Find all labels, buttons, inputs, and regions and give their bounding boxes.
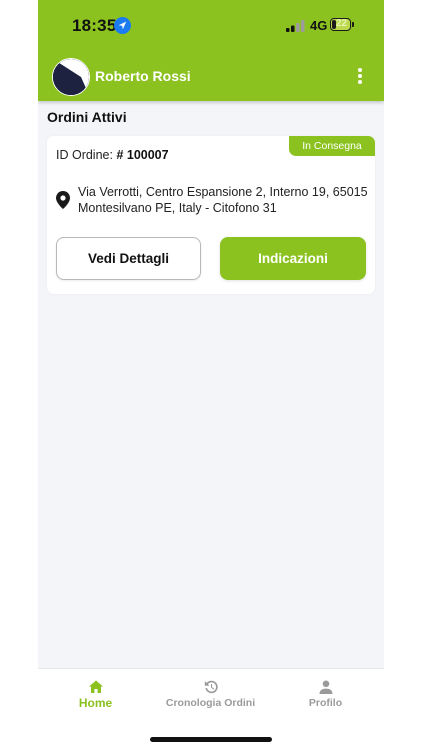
more-options-icon[interactable] (356, 68, 364, 86)
history-icon (203, 679, 219, 695)
person-icon (318, 679, 334, 695)
delivery-address: Via Verrotti, Centro Espansione 2, Inter… (78, 184, 368, 216)
view-details-button[interactable]: Vedi Dettagli (56, 237, 201, 280)
nav-item-home[interactable]: Home (38, 679, 153, 710)
app-header: 18:35 4G 22 Roberto Rossi (38, 0, 384, 101)
home-icon (88, 679, 104, 695)
order-id-value: # 100007 (116, 148, 169, 162)
order-card: In Consegna ID Ordine: # 100007 Via Verr… (47, 136, 375, 294)
avatar[interactable] (52, 58, 90, 96)
status-time: 18:35 (72, 16, 117, 35)
nav-label-order-history: Cronologia Ordini (165, 697, 256, 709)
order-id-label: ID Ordine: (56, 148, 113, 162)
nav-item-profile[interactable]: Profilo (268, 679, 383, 709)
directions-button[interactable]: Indicazioni (220, 237, 366, 280)
nav-label-home: Home (78, 696, 113, 710)
location-arrow-icon (114, 17, 131, 34)
section-title: Ordini Attivi (47, 109, 127, 125)
nav-label-profile: Profilo (308, 697, 343, 709)
screen: 18:35 4G 22 Roberto Rossi Ordini Attivi … (0, 0, 422, 750)
map-pin-icon (56, 191, 70, 209)
signal-icon (286, 19, 306, 32)
user-name: Roberto Rossi (95, 68, 191, 84)
order-id: ID Ordine: # 100007 (56, 148, 169, 162)
battery-level: 22 (335, 18, 348, 29)
address-line-1: Via Verrotti, Centro Espansione 2, Inter… (78, 185, 368, 199)
battery-icon: 22 (330, 18, 354, 32)
home-indicator (150, 737, 272, 742)
status-badge: In Consegna (289, 136, 375, 156)
app-screen: 18:35 4G 22 Roberto Rossi Ordini Attivi … (38, 0, 384, 750)
network-type: 4G (310, 18, 328, 33)
nav-item-order-history[interactable]: Cronologia Ordini (153, 679, 268, 709)
address-line-2: Montesilvano PE, Italy - Citofono 31 (78, 201, 277, 215)
